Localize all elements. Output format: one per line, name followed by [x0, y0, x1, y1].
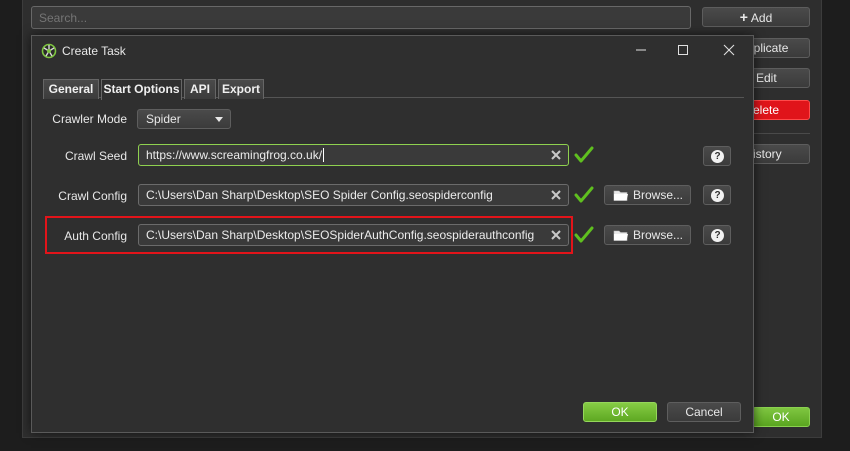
minimize-icon: [636, 49, 646, 51]
crawler-mode-label: Crawler Mode: [52, 112, 127, 126]
clear-icon[interactable]: [550, 149, 562, 161]
clear-icon[interactable]: [550, 189, 562, 201]
check-icon: [574, 226, 594, 243]
text-caret: [323, 148, 325, 162]
dialog-title: Create Task: [62, 44, 126, 58]
auth-config-help-button[interactable]: ?: [703, 225, 731, 245]
search-input[interactable]: [31, 6, 691, 29]
tab-start-options[interactable]: Start Options: [101, 79, 182, 100]
crawl-seed-label: Crawl Seed: [64, 149, 127, 163]
close-icon: [723, 44, 735, 56]
plus-icon: +: [739, 9, 748, 25]
tab-bar: General Start Options API Export: [43, 76, 744, 100]
add-button[interactable]: + Add: [702, 7, 810, 27]
folder-icon: [613, 230, 628, 241]
parent-ok-button[interactable]: OK: [752, 407, 810, 427]
cancel-button[interactable]: Cancel: [667, 402, 741, 422]
crawler-mode-select[interactable]: Spider: [137, 109, 231, 129]
check-icon: [574, 186, 594, 203]
auth-config-browse-button[interactable]: Browse...: [604, 225, 691, 245]
close-button[interactable]: [714, 40, 744, 62]
create-task-dialog: Create Task General Start Options API Ex…: [31, 35, 754, 433]
crawl-config-help-button[interactable]: ?: [703, 185, 731, 205]
maximize-button[interactable]: [668, 40, 698, 62]
tab-api[interactable]: API: [184, 79, 216, 99]
crawl-config-browse-button[interactable]: Browse...: [604, 185, 691, 205]
crawl-config-label: Crawl Config: [58, 189, 127, 203]
help-icon: ?: [711, 150, 724, 163]
help-icon: ?: [711, 189, 724, 202]
maximize-icon: [678, 45, 688, 55]
minimize-button[interactable]: [626, 40, 656, 62]
chevron-down-icon: [215, 117, 223, 122]
auth-config-label: Auth Config: [64, 229, 127, 243]
help-icon: ?: [711, 229, 724, 242]
tab-export[interactable]: Export: [218, 79, 264, 99]
frog-app-icon: [41, 43, 57, 59]
auth-config-input[interactable]: C:\Users\Dan Sharp\Desktop\SEOSpiderAuth…: [138, 224, 569, 246]
crawl-seed-help-button[interactable]: ?: [703, 146, 731, 166]
check-icon: [574, 146, 594, 163]
folder-icon: [613, 190, 628, 201]
dialog-titlebar: Create Task: [32, 36, 753, 66]
clear-icon[interactable]: [550, 229, 562, 241]
crawl-config-input[interactable]: C:\Users\Dan Sharp\Desktop\SEO Spider Co…: [138, 184, 569, 206]
ok-button[interactable]: OK: [583, 402, 657, 422]
crawl-seed-input[interactable]: https://www.screamingfrog.co.uk/: [138, 144, 569, 166]
tab-general[interactable]: General: [43, 79, 99, 99]
